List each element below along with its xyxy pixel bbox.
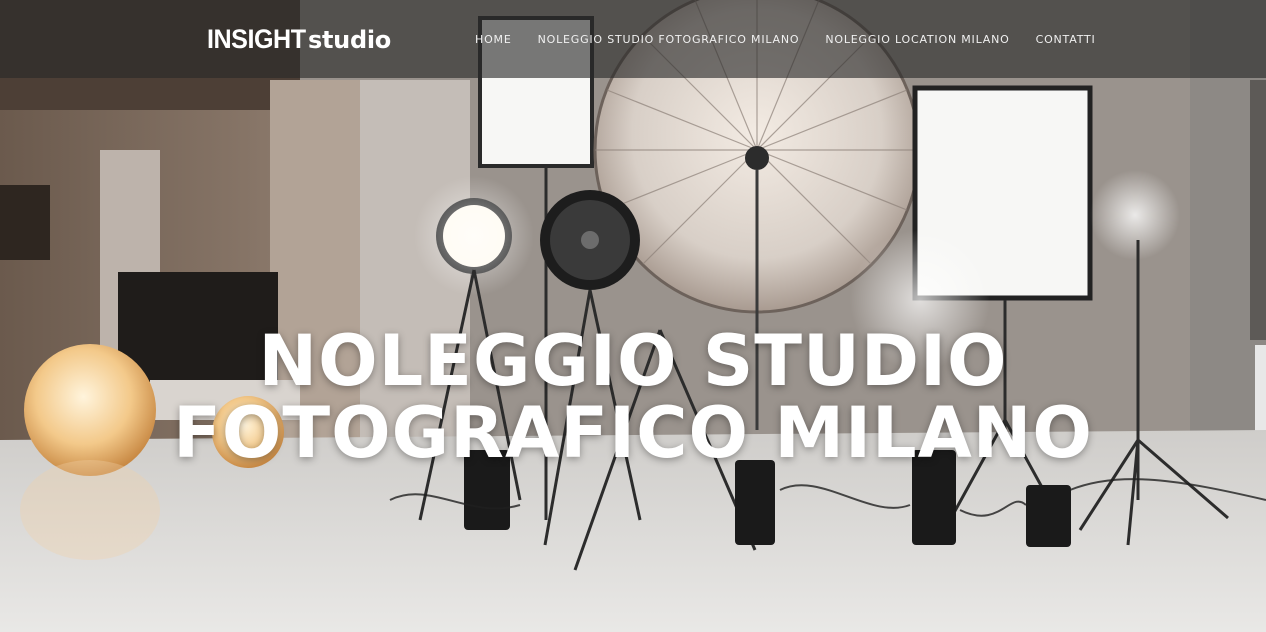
hero-title-line-1: NOLEGGIO STUDIO xyxy=(258,319,1008,402)
nav-link-contatti[interactable]: CONTATTI xyxy=(1023,30,1109,50)
hero-title-line-2: FOTOGRAFICO MILANO xyxy=(173,391,1093,474)
main-nav: HOME NOLEGGIO STUDIO FOTOGRAFICO MILANO … xyxy=(462,30,1109,50)
hero-background-image xyxy=(0,0,1266,632)
nav-link-noleggio-location[interactable]: NOLEGGIO LOCATION MILANO xyxy=(812,30,1022,50)
logo-text-strong: INSIGHT xyxy=(207,24,306,54)
hero-title: NOLEGGIO STUDIO FOTOGRAFICO MILANO xyxy=(133,325,1133,469)
site-logo[interactable]: INSIGHT studio xyxy=(207,22,391,56)
nav-link-noleggio-studio[interactable]: NOLEGGIO STUDIO FOTOGRAFICO MILANO xyxy=(525,30,813,50)
nav-link-home[interactable]: HOME xyxy=(462,30,525,50)
hero-section: INSIGHT studio HOME NOLEGGIO STUDIO FOTOG… xyxy=(0,0,1266,632)
site-header: INSIGHT studio HOME NOLEGGIO STUDIO FOTOG… xyxy=(0,0,1266,78)
logo-text-light: studio xyxy=(308,26,391,54)
